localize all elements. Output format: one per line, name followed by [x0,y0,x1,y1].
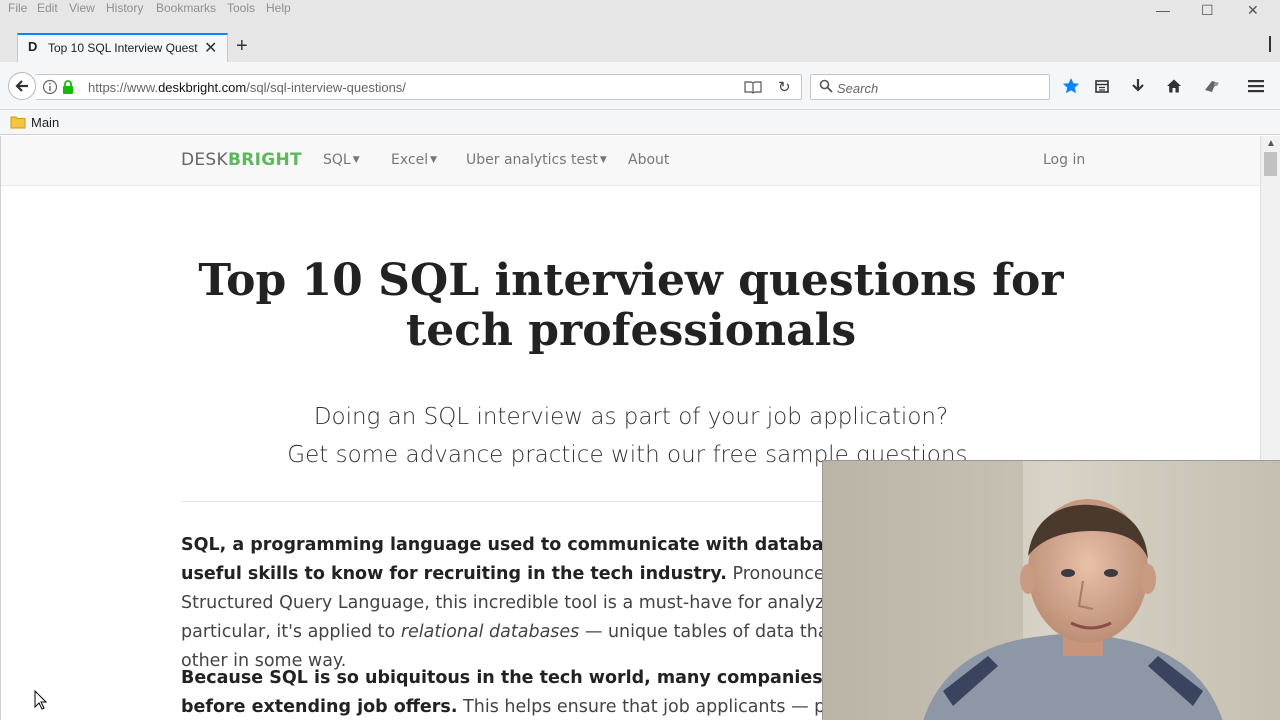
menu-edit[interactable]: Edit [37,1,58,15]
extension-icon[interactable] [1202,76,1222,96]
downloads-icon[interactable] [1128,76,1148,96]
tab-active[interactable]: D Top 10 SQL Interview Questi ✕ [17,33,228,62]
site-navbar: DESKBRIGHT SQL ▼ Excel ▼ Uber analytics te… [1,136,1260,186]
nav-sql[interactable]: SQL ▼ [323,152,360,168]
bookmark-star-icon[interactable] [1061,76,1081,96]
caret-down-icon: ▼ [599,155,607,165]
tab-title: Top 10 SQL Interview Questi [48,41,198,55]
caret-down-icon: ▼ [430,155,438,165]
favicon-icon: D [28,39,38,54]
menu-bar: File Edit View History Bookmarks Tools H… [0,0,1280,18]
url-bar[interactable]: https://www.deskbright.com/sql/sql-inter… [36,74,802,100]
menu-file[interactable]: File [8,1,27,15]
lock-icon [62,80,74,99]
hamburger-menu-icon[interactable] [1246,76,1266,96]
search-bar[interactable] [810,74,1050,100]
scroll-up-arrow-icon[interactable]: ▲ [1266,138,1276,149]
home-icon[interactable] [1164,76,1184,96]
tab-overflow-icon[interactable] [1267,36,1273,57]
back-arrow-icon [15,80,28,92]
tab-strip: D Top 10 SQL Interview Questi ✕ + [0,16,1280,62]
page-title: Top 10 SQL interview questions for tech … [198,255,1064,356]
menu-view[interactable]: View [69,1,95,15]
search-icon [819,79,833,98]
caret-down-icon: ▼ [352,155,360,165]
new-tab-button[interactable]: + [236,35,248,58]
menu-history[interactable]: History [106,1,143,15]
reload-icon[interactable]: ↻ [778,78,791,96]
reader-view-icon[interactable] [744,79,762,100]
bookmark-folder-main[interactable]: Main [31,115,59,130]
back-button[interactable] [8,72,36,100]
bookmarks-toolbar: Main [0,110,1280,135]
nav-uber-analytics-test[interactable]: Uber analytics test ▼ [466,152,607,168]
nav-excel[interactable]: Excel ▼ [391,152,437,168]
webcam-overlay [822,460,1280,720]
mouse-cursor-icon [34,689,48,715]
nav-about[interactable]: About [628,152,669,168]
menu-help[interactable]: Help [266,1,291,15]
search-input[interactable] [837,79,1037,97]
login-link[interactable]: Log in [1043,152,1085,168]
brand-logo[interactable]: DESKBRIGHT [181,150,302,170]
bookmarks-menu-icon[interactable] [1092,76,1112,96]
navigation-toolbar: https://www.deskbright.com/sql/sql-inter… [0,62,1280,110]
presenter-video-image [823,461,1280,720]
menu-tools[interactable]: Tools [227,1,255,15]
scroll-thumb[interactable] [1264,152,1277,176]
info-icon[interactable] [42,79,58,100]
folder-icon [10,115,26,134]
menu-bookmarks[interactable]: Bookmarks [156,1,216,15]
url-text[interactable]: https://www.deskbright.com/sql/sql-inter… [88,80,406,95]
close-tab-icon[interactable]: ✕ [204,38,217,58]
